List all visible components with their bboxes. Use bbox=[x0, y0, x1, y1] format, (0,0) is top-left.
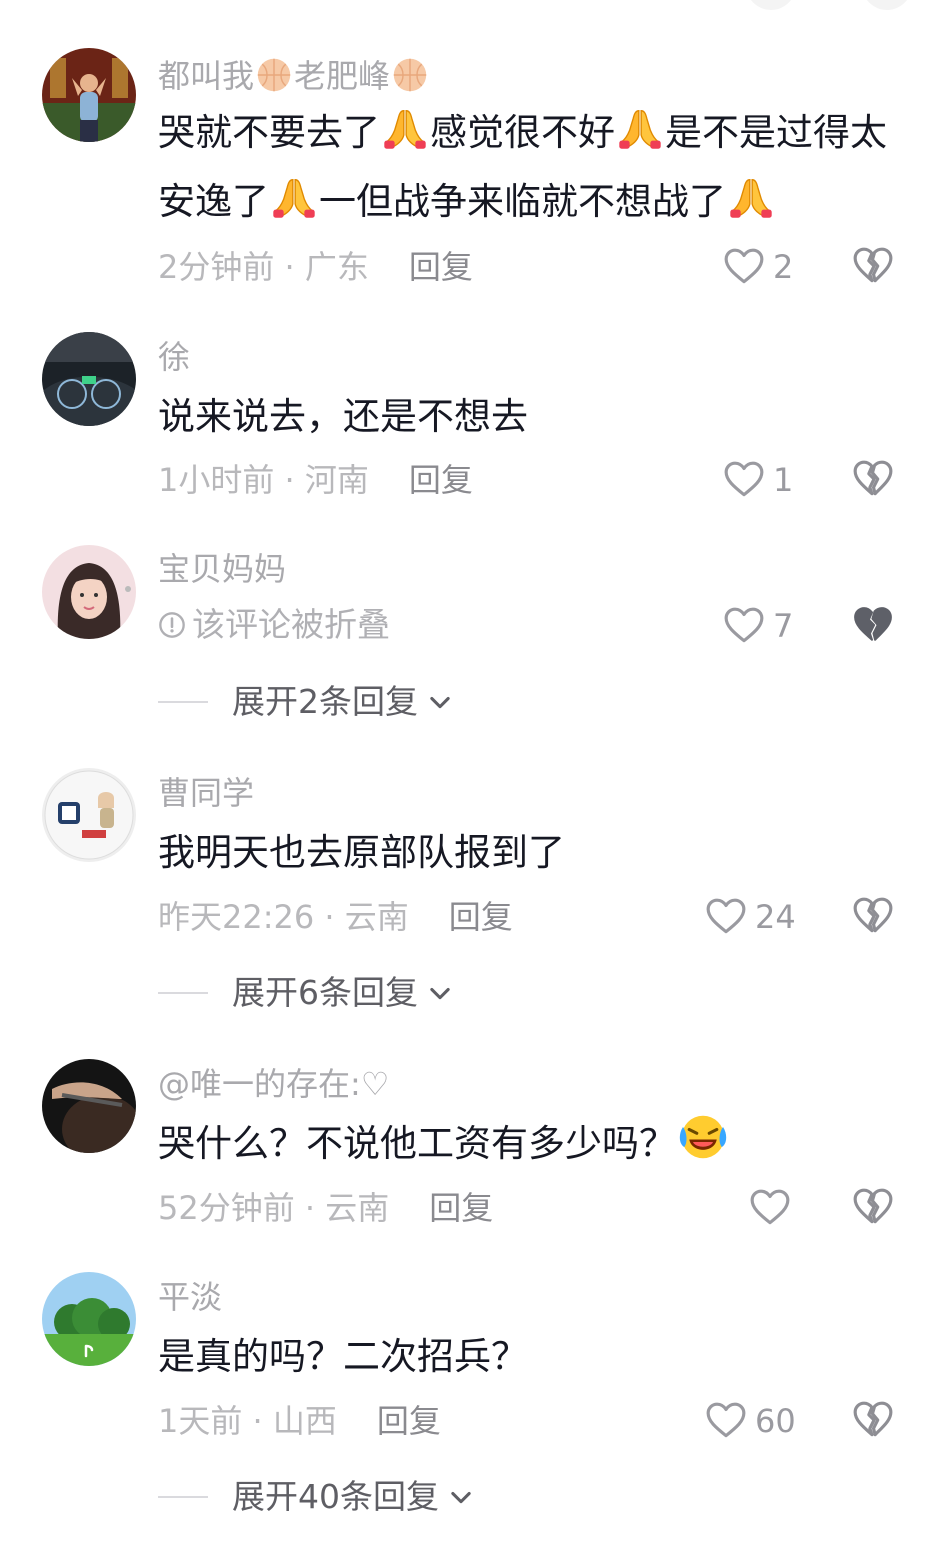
like-button[interactable] bbox=[749, 1187, 791, 1229]
chevron-down-icon bbox=[426, 688, 454, 716]
basketball-icon bbox=[392, 57, 428, 93]
heart-icon bbox=[723, 459, 765, 501]
comment-meta: 52分钟前 · 云南 回复 bbox=[158, 1192, 493, 1224]
time-location: 2分钟前 · 广东 bbox=[158, 248, 369, 286]
time-location: 昨天22:26 · 云南 bbox=[158, 898, 409, 936]
comment-meta: 1天前 · 山西 回复 bbox=[158, 1405, 441, 1437]
username[interactable]: 都叫我 老肥峰 bbox=[158, 57, 430, 93]
like-button[interactable]: 60 bbox=[705, 1400, 796, 1442]
like-count: 60 bbox=[755, 1402, 796, 1440]
expand-replies-button[interactable]: 展开40条回复 bbox=[158, 1480, 475, 1513]
like-button[interactable]: 2 bbox=[723, 246, 793, 288]
folded-text: 该评论被折叠 bbox=[192, 605, 390, 644]
broken-heart-icon[interactable] bbox=[852, 1186, 894, 1228]
laughing-crying-icon bbox=[678, 1112, 728, 1162]
username[interactable]: 曹同学 bbox=[158, 777, 254, 809]
username[interactable]: @唯一的存在:♡ bbox=[158, 1068, 389, 1100]
username[interactable]: 平淡 bbox=[158, 1281, 222, 1313]
basketball-icon bbox=[256, 57, 292, 93]
heart-icon bbox=[723, 605, 765, 647]
reply-button[interactable]: 回复 bbox=[409, 248, 473, 286]
time-location: 1小时前 · 河南 bbox=[158, 461, 369, 499]
praying-hands-icon bbox=[271, 174, 317, 220]
time-location: 1天前 · 山西 bbox=[158, 1402, 337, 1440]
like-button[interactable]: 24 bbox=[705, 896, 796, 938]
praying-hands-icon bbox=[728, 174, 774, 220]
praying-hands-icon bbox=[382, 105, 428, 151]
username[interactable]: 宝贝妈妈 bbox=[158, 553, 286, 585]
reply-button[interactable]: 回复 bbox=[429, 1189, 493, 1227]
username-text: 都叫我 bbox=[158, 57, 255, 95]
heart-icon bbox=[705, 896, 747, 938]
expand-replies-label: 展开2条回复 bbox=[232, 682, 418, 721]
reply-button[interactable]: 回复 bbox=[409, 461, 473, 499]
like-button[interactable]: 7 bbox=[723, 605, 793, 647]
top-button-peek bbox=[746, 0, 796, 10]
username-text: 老肥峰 bbox=[294, 57, 391, 95]
heart-icon bbox=[723, 246, 765, 288]
comment-meta: 昨天22:26 · 云南 回复 bbox=[158, 901, 513, 933]
folded-notice: 该评论被折叠 bbox=[158, 608, 390, 641]
broken-heart-icon[interactable] bbox=[852, 245, 894, 287]
comment-meta: 2分钟前 · 广东 回复 bbox=[158, 251, 473, 283]
avatar[interactable] bbox=[42, 332, 136, 426]
comment-meta: 1小时前 · 河南 回复 bbox=[158, 464, 473, 496]
praying-hands-icon bbox=[617, 105, 663, 151]
avatar[interactable] bbox=[42, 48, 136, 142]
reply-button[interactable]: 回复 bbox=[377, 1402, 441, 1440]
reply-button[interactable]: 回复 bbox=[449, 898, 513, 936]
divider-line bbox=[158, 1495, 208, 1498]
time-location: 52分钟前 · 云南 bbox=[158, 1189, 390, 1227]
comment-text: 说来说去，还是不想去 bbox=[158, 395, 528, 438]
expand-replies-button[interactable]: 展开2条回复 bbox=[158, 685, 454, 718]
chevron-down-icon bbox=[447, 1483, 475, 1511]
broken-heart-filled-icon[interactable] bbox=[852, 604, 894, 646]
divider-line bbox=[158, 991, 208, 994]
chevron-down-icon bbox=[426, 979, 454, 1007]
heart-icon bbox=[749, 1187, 791, 1229]
divider-line bbox=[158, 700, 208, 703]
avatar[interactable] bbox=[42, 1059, 136, 1153]
avatar[interactable] bbox=[42, 768, 136, 862]
top-button-peek bbox=[862, 0, 912, 10]
like-button[interactable]: 1 bbox=[723, 459, 793, 501]
like-count: 1 bbox=[773, 461, 794, 499]
username[interactable]: 徐 bbox=[158, 341, 190, 373]
like-count: 7 bbox=[773, 607, 794, 645]
expand-replies-label: 展开40条回复 bbox=[232, 1477, 439, 1516]
like-count: 2 bbox=[773, 248, 794, 286]
expand-replies-label: 展开6条回复 bbox=[232, 973, 418, 1012]
avatar[interactable] bbox=[42, 545, 136, 639]
broken-heart-icon[interactable] bbox=[852, 895, 894, 937]
like-count: 24 bbox=[755, 898, 796, 936]
comment-text: 我明天也去原部队报到了 bbox=[158, 831, 565, 874]
expand-replies-button[interactable]: 展开6条回复 bbox=[158, 976, 454, 1009]
comment-text: 哭就不要去了 感觉很不好 是不是过得太安逸了 一但战争来临就不想战了 bbox=[158, 98, 918, 236]
comment-text: 哭什么？不说他工资有多少吗？ bbox=[158, 1109, 918, 1178]
broken-heart-icon[interactable] bbox=[852, 458, 894, 500]
broken-heart-icon[interactable] bbox=[852, 1399, 894, 1441]
avatar[interactable] bbox=[42, 1272, 136, 1366]
comment-text: 是真的吗？二次招兵？ bbox=[158, 1335, 528, 1378]
heart-icon bbox=[705, 1400, 747, 1442]
info-icon bbox=[158, 611, 186, 639]
